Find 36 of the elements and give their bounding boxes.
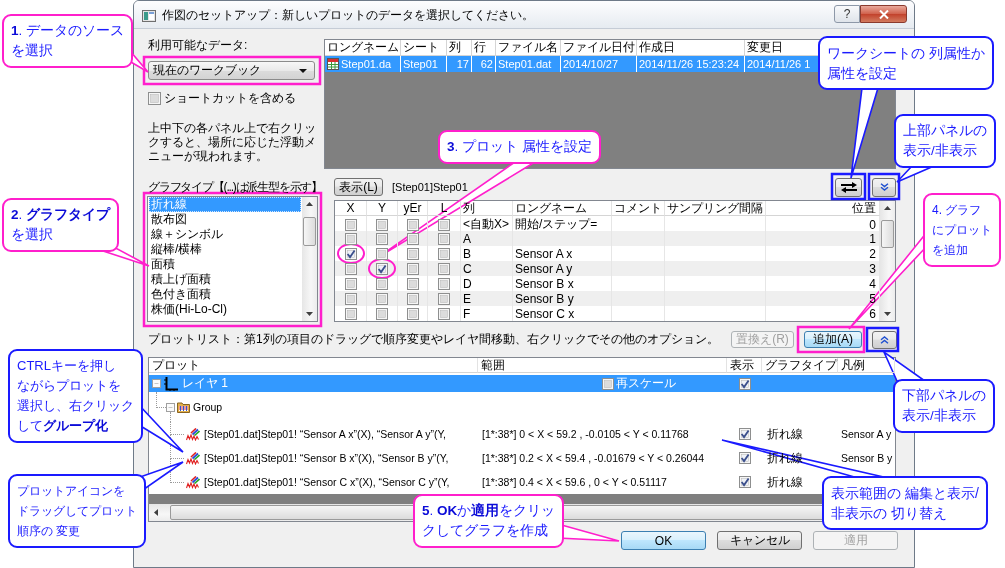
hint-text: 上中下の各パネル上で右クリックすると、場所に応じた浮動メニューが現われます。 bbox=[148, 121, 317, 163]
tree-item-label: [Step01.dat]Step01! “Sensor A x”(X), “Sensor A y”(Y, bbox=[204, 428, 447, 440]
legend-text: Sensor A y bbox=[841, 428, 892, 440]
graph-type-text: 折れ線 bbox=[767, 473, 803, 491]
tree-item-label: Group bbox=[193, 401, 223, 413]
table-cell-text: Step01.da bbox=[341, 57, 392, 72]
checkbox-label: 再スケール bbox=[616, 375, 676, 392]
graph-type-text: 折れ線 bbox=[767, 425, 803, 443]
callout-tooltip: CTRLキーを押しながらプロットを選択し、右クリックしてグループ化 bbox=[8, 349, 143, 443]
range-text: [1*:38*] 0.4 < X < 59.6 , 0 < Y < 0.51117 bbox=[482, 476, 667, 488]
table-cell: Step01.dat bbox=[496, 56, 561, 72]
sheet-name: [Step01]Step01 bbox=[392, 181, 468, 193]
table-cell: 2014/11/26 15:23:24 bbox=[637, 56, 745, 72]
callout-tooltip: 表示範囲の 編集と表示/非表示の 切り替え bbox=[822, 476, 988, 530]
table-cell: 17 bbox=[447, 56, 472, 72]
range-text: [1*:38*] 0 < X < 59.2 , -0.0105 < Y < 0.11768 bbox=[482, 428, 689, 440]
field-label: 利用可能なデータ: bbox=[148, 38, 248, 52]
table-cell: 62 bbox=[472, 56, 496, 72]
legend-text: Sensor B y bbox=[841, 452, 893, 464]
range-text: [1*:38*] 0.2 < X < 59.4 , -0.01679 < Y < 0.26044 bbox=[482, 452, 705, 464]
tree-item-label: レイヤ 1 bbox=[182, 375, 228, 392]
table-cell: Sensor C x bbox=[513, 306, 612, 321]
tree-item-label: [Step01.dat]Step01! “Sensor C x”(X), “Sensor C y”(Y, bbox=[204, 476, 450, 488]
panel-hint: プロットリスト：第1列の項目のドラッグで順序変更やレイヤ間移動、右クリックでその他のオプション。 bbox=[148, 331, 719, 348]
table-cell: 2014/10/27 bbox=[561, 56, 637, 72]
table-cell: Step01 bbox=[401, 56, 447, 72]
section-label: グラフタイプ【(...)は派生型を示す】 bbox=[148, 180, 322, 194]
callout-tooltip: 5. OKか適用をクリックしてグラフを作成 bbox=[413, 494, 565, 548]
callout-tooltip: プロットアイコンをドラッグしてプロット順序の 変更 bbox=[8, 474, 146, 548]
window-title: 作図のセットアップ：新しいプロットのデータを選択してください。 bbox=[162, 8, 534, 22]
callout-tooltip: 2. グラフタイプを選択 bbox=[2, 198, 120, 252]
callout-tooltip: 3. プロット 属性を設定 bbox=[438, 130, 601, 164]
callout-tooltip: 4. グラフにプロットを追加 bbox=[923, 193, 1001, 267]
table-cell: F bbox=[461, 306, 513, 321]
checkbox-label: ショートカットを含める bbox=[164, 89, 296, 107]
tree-item-label: [Step01.dat]Step01! “Sensor B x”(X), “Sensor B y”(Y, bbox=[204, 452, 449, 464]
